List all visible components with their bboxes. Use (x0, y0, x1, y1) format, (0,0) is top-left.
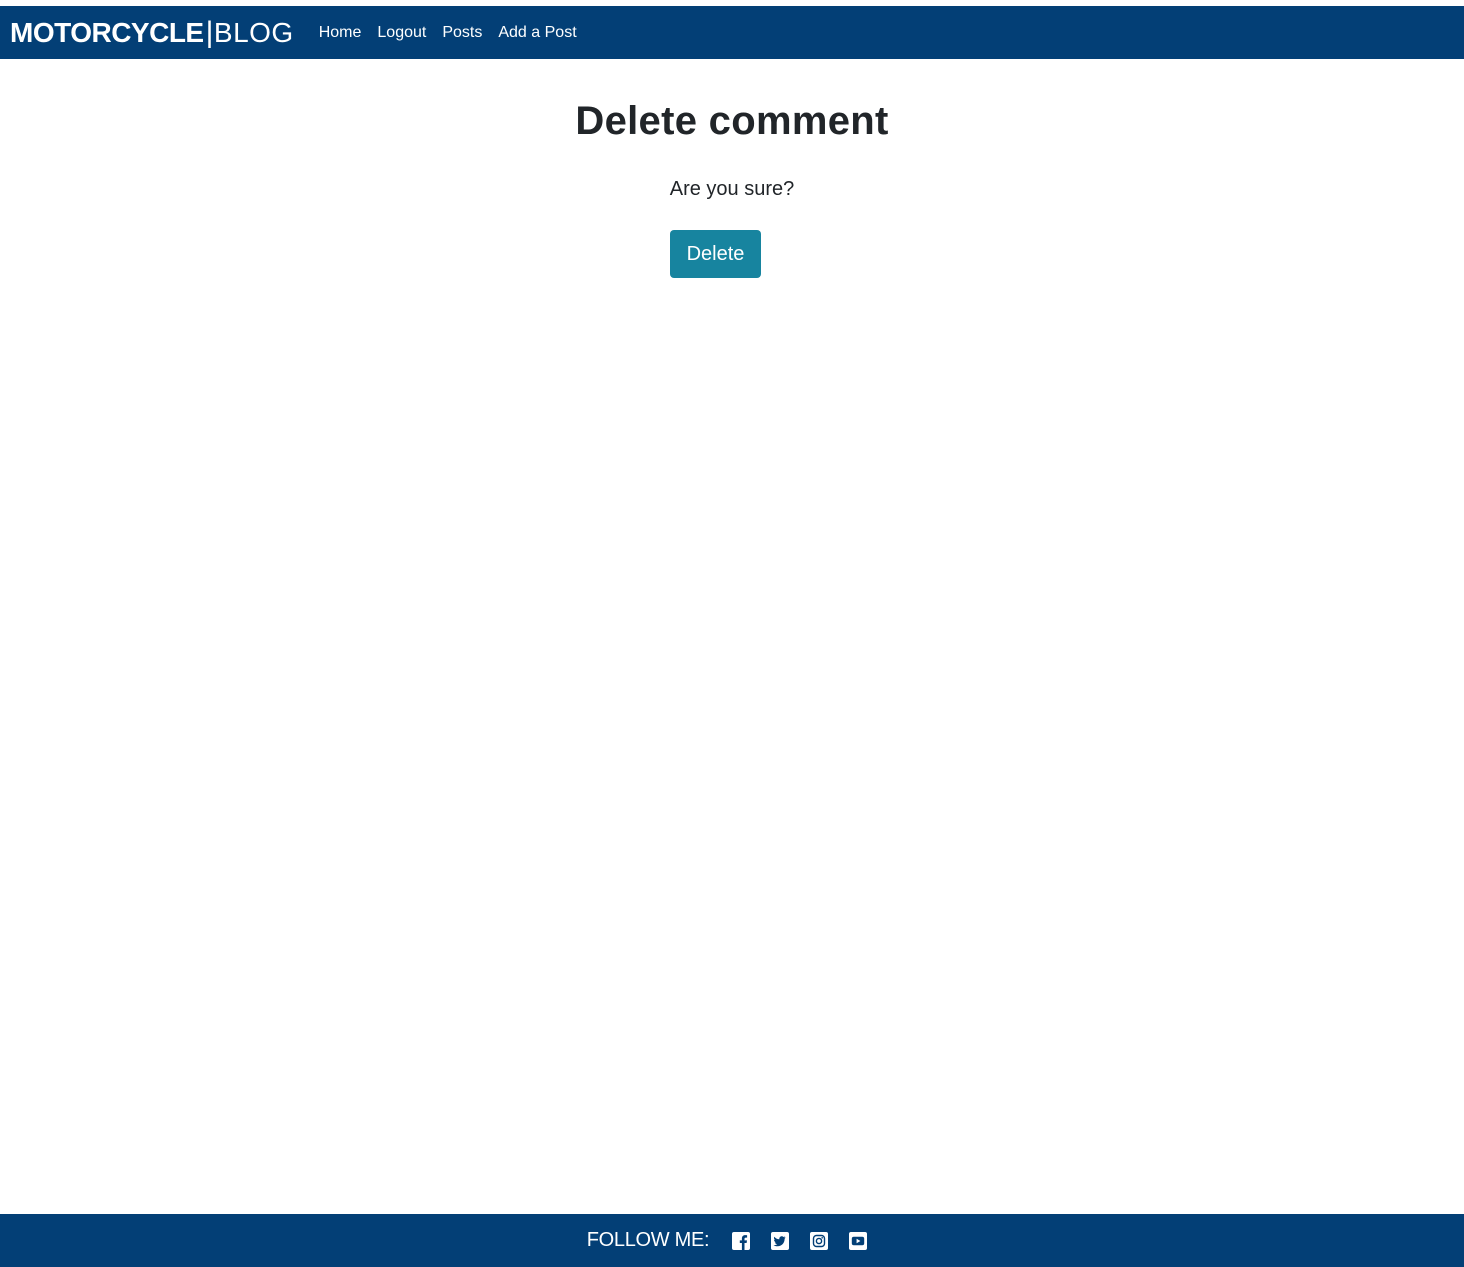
confirm-prompt: Are you sure? (669, 178, 795, 200)
nav-links: Home Logout Posts Add a Post (311, 24, 585, 42)
facebook-icon[interactable] (731, 1231, 750, 1250)
navbar: MOTORCYCLE | BLOG Home Logout Posts Add a … (0, 6, 1464, 59)
instagram-icon[interactable] (809, 1231, 828, 1250)
brand-light-text: BLOG (213, 16, 294, 48)
youtube-icon[interactable] (848, 1231, 867, 1250)
page-title: Delete comment (575, 99, 889, 143)
main-content: Delete comment Are you sure? Delete (0, 59, 1464, 278)
nav-link-add-post[interactable]: Add a Post (498, 24, 576, 42)
nav-link-logout[interactable]: Logout (377, 24, 426, 42)
delete-button[interactable]: Delete (670, 230, 761, 278)
follow-me-label: FOLLOW ME: (586, 1229, 710, 1251)
twitter-icon[interactable] (770, 1231, 789, 1250)
brand-separator: | (205, 15, 214, 49)
brand-logo[interactable]: MOTORCYCLE | BLOG (10, 15, 294, 49)
nav-link-posts[interactable]: Posts (442, 24, 482, 42)
delete-form: Delete (670, 230, 761, 278)
footer: FOLLOW ME: (0, 1214, 1464, 1267)
brand-bold-text: MOTORCYCLE (10, 16, 204, 48)
nav-link-home[interactable]: Home (319, 24, 362, 42)
